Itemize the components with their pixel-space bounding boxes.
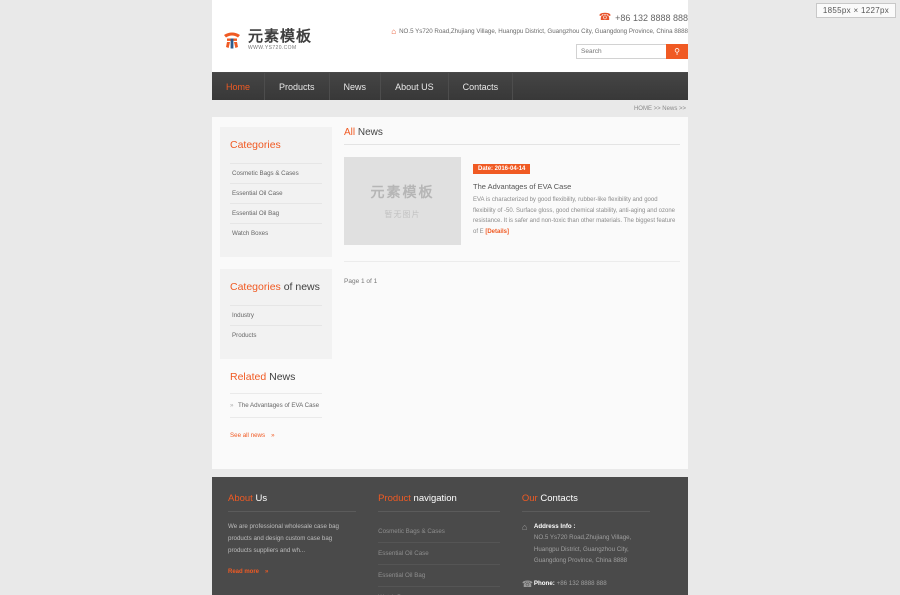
sidebar-related-title-rest: News — [266, 371, 296, 383]
footer-address-label: Address Info : — [533, 523, 576, 530]
news-details-link[interactable]: [Details] — [485, 229, 509, 235]
footer-about-title-accent: About — [228, 493, 253, 504]
image-size-badge: 1855px × 1227px — [815, 3, 896, 18]
phone-icon: ☎ — [598, 12, 612, 23]
main-navigation[interactable]: Home Products News About US Contacts — [212, 72, 688, 100]
nav-filler — [513, 73, 688, 100]
page-title: All News — [344, 127, 680, 145]
sidebar-panel-news-categories: Categories of news Industry Products — [220, 269, 332, 359]
page-title-rest: News — [355, 127, 383, 138]
see-all-news-link[interactable]: See all news » — [230, 418, 322, 439]
phone-icon: ☎ — [521, 578, 534, 589]
footer-about-text: We are professional wholesale case bag p… — [228, 523, 339, 555]
site-logo[interactable]: 元素模板 WWW.YS720.COM — [220, 28, 312, 52]
header-phone-value: +86 132 8888 888 — [615, 12, 688, 23]
footer-product-nav-title-rest: navigation — [410, 493, 457, 504]
page-title-accent: All — [344, 127, 356, 138]
home-icon: ⌂ — [521, 522, 528, 532]
pagination-status: Page 1 of 1 — [344, 278, 378, 285]
sidebar-panel-categories: Categories Cosmetic Bags & Cases Essenti… — [220, 127, 332, 257]
see-all-arrow-icon: » — [271, 432, 275, 439]
footer-contacts-title: Our Contacts — [522, 493, 650, 511]
sidebar-news-category-products[interactable]: Products — [230, 325, 322, 345]
footer-product-nav-title-accent: Product — [378, 493, 411, 504]
search-icon: ⚲ — [674, 47, 680, 56]
news-list-item: 元素模板 暂无图片 Date: 2016-04-14 The Advantage… — [344, 145, 680, 262]
footer-read-more-label: Read more — [228, 569, 260, 576]
footer-column-about: About Us We are professional wholesale c… — [228, 493, 378, 595]
news-headline-link[interactable]: The Advantages of EVA Case — [473, 182, 680, 191]
news-description: EVA is characterized by good flexibility… — [473, 195, 680, 237]
footer-read-more-link[interactable]: Read more » — [228, 569, 356, 575]
footer-nav-essential-oil-bag[interactable]: Essential Oil Bag — [378, 565, 500, 587]
logo-text: 元素模板 WWW.YS720.COM — [248, 29, 312, 51]
footer-columns: About Us We are professional wholesale c… — [228, 493, 672, 595]
footer-phone-label: Phone: — [533, 579, 555, 587]
footer-about-title-rest: Us — [252, 493, 268, 504]
related-news-item[interactable]: The Advantages of EVA Case — [230, 393, 322, 418]
sidebar-news-categories-title-accent: Categories — [230, 281, 281, 293]
news-item-body: Date: 2016-04-14 The Advantages of EVA C… — [461, 157, 680, 245]
footer-product-nav-title: Product navigation — [378, 493, 500, 511]
sidebar-category-watch-boxes[interactable]: Watch Boxes — [230, 223, 322, 243]
sidebar-category-essential-oil-case[interactable]: Essential Oil Case — [230, 183, 322, 203]
header-address-value: NO.5 Ys720 Road,Zhujiang Village, Huangp… — [399, 28, 688, 35]
logo-icon — [220, 28, 244, 52]
search-input[interactable] — [576, 44, 666, 59]
footer-nav-watch-boxes[interactable]: Watch Boxes — [378, 587, 500, 595]
footer-column-product-nav: Product navigation Cosmetic Bags & Cases… — [378, 493, 522, 595]
footer-column-contacts: Our Contacts ⌂ Address Info : NO.5 Ys720… — [521, 493, 672, 595]
sidebar-news-categories-title: Categories of news — [230, 281, 322, 293]
footer-nav-essential-oil-case[interactable]: Essential Oil Case — [378, 543, 500, 565]
news-main: All News 元素模板 暂无图片 Date: 2016-04-14 The … — [332, 127, 680, 439]
sidebar-categories-title: Categories — [230, 139, 322, 151]
sidebar-related-title-accent: Related — [230, 371, 267, 383]
header-phone: ☎ +86 132 8888 888 — [391, 12, 688, 23]
logo-brand-cn: 元素模板 — [248, 28, 313, 45]
page-content: Categories Cosmetic Bags & Cases Essenti… — [212, 117, 688, 469]
footer-contacts-title-accent: Our — [521, 493, 538, 504]
footer-nav-cosmetic-bags[interactable]: Cosmetic Bags & Cases — [378, 521, 500, 543]
nav-item-news[interactable]: News — [329, 73, 382, 100]
footer-product-nav-divider — [378, 511, 500, 512]
home-icon: ⌂ — [391, 27, 397, 36]
news-thumbnail-placeholder[interactable]: 元素模板 暂无图片 — [344, 157, 461, 245]
news-date-badge: Date: 2016-04-14 — [473, 164, 531, 174]
breadcrumb: HOME >> News >> — [633, 106, 686, 112]
footer-address-value: NO.5 Ys720 Road,Zhujiang Village, Huangp… — [533, 534, 632, 565]
nav-item-about-us[interactable]: About US — [381, 73, 449, 100]
read-more-arrow-icon: » — [265, 569, 269, 576]
header-contact-info: ☎ +86 132 8888 888 ⌂ NO.5 Ys720 Road,Zhu… — [391, 12, 688, 36]
nav-item-products[interactable]: Products — [265, 73, 330, 100]
sidebar: Categories Cosmetic Bags & Cases Essenti… — [220, 127, 332, 439]
nav-item-home[interactable]: Home — [212, 73, 266, 100]
footer-phone-text: Phone: +86 132 8888 888 — [534, 578, 607, 590]
site-footer: About Us We are professional wholesale c… — [212, 477, 688, 595]
thumbnail-brand-text: 元素模板 — [370, 184, 435, 200]
search-bar[interactable]: ⚲ — [576, 44, 688, 59]
footer-address-row: ⌂ Address Info : NO.5 Ys720 Road,Zhujian… — [522, 521, 650, 567]
footer-about-title: About Us — [228, 493, 356, 511]
sidebar-panel-related-news: Related News The Advantages of EVA Case … — [220, 371, 332, 439]
see-all-news-label: See all news — [230, 432, 266, 439]
logo-site-url: WWW.YS720.COM — [248, 45, 297, 51]
sidebar-news-categories-title-rest: of news — [280, 281, 320, 293]
footer-contacts-title-rest: Contacts — [537, 493, 578, 504]
sidebar-related-title: Related News — [230, 371, 322, 383]
footer-phone-row: ☎ Phone: +86 132 8888 888 — [522, 578, 650, 590]
site-header: 元素模板 WWW.YS720.COM ☎ +86 132 8888 888 ⌂ … — [212, 0, 688, 72]
search-button[interactable]: ⚲ — [666, 44, 688, 59]
footer-address-text: Address Info : NO.5 Ys720 Road,Zhujiang … — [534, 521, 650, 567]
site-page: 元素模板 WWW.YS720.COM ☎ +86 132 8888 888 ⌂ … — [212, 0, 688, 595]
footer-phone-value: +86 132 8888 888 — [556, 579, 607, 587]
sidebar-news-category-industry[interactable]: Industry — [230, 305, 322, 325]
sidebar-category-essential-oil-bag[interactable]: Essential Oil Bag — [230, 203, 322, 223]
nav-item-contacts[interactable]: Contacts — [448, 73, 514, 100]
sidebar-categories-title-accent: Categories — [230, 139, 281, 151]
header-address: ⌂ NO.5 Ys720 Road,Zhujiang Village, Huan… — [391, 27, 688, 36]
footer-about-divider — [228, 511, 357, 512]
thumbnail-no-image-text: 暂无图片 — [384, 210, 421, 219]
footer-contacts-divider — [521, 511, 651, 512]
sidebar-category-cosmetic-bags[interactable]: Cosmetic Bags & Cases — [230, 163, 322, 183]
